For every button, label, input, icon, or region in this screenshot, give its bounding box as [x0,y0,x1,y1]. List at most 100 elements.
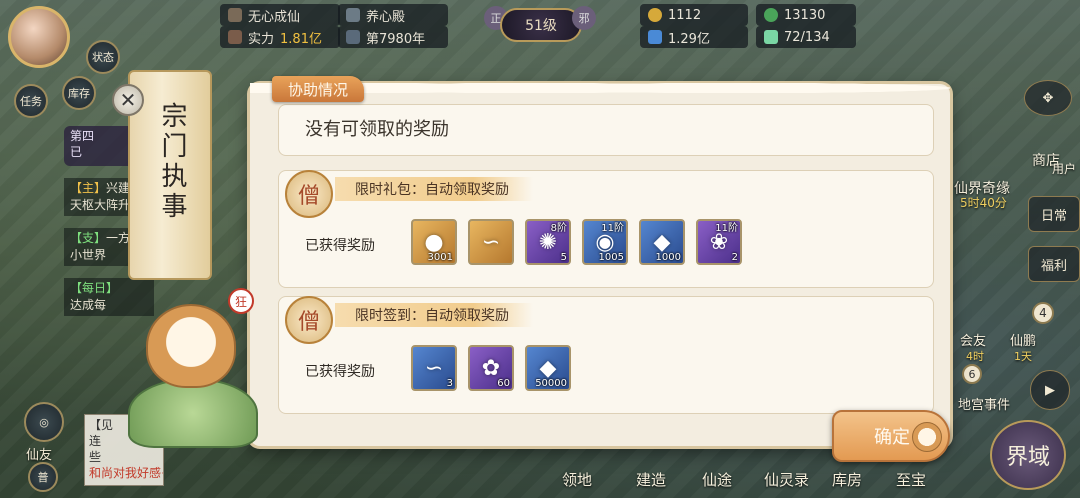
monk-emblem-icon: 僧 [285,170,333,218]
dialog-title-tab: 协助情况 [272,76,364,102]
orb-icon[interactable]: ● 3001 [411,219,457,265]
resource-jade[interactable]: 72/134 [756,26,856,48]
quest-tag: 【主】 [70,181,107,195]
spirit-crystal-icon[interactable]: ◆ 50000 [525,345,571,391]
gourd-pill-icon[interactable]: ✺ 8阶 5 [525,219,571,265]
chat-line: 和尚对我好感+1阵 [89,466,163,480]
scroll-title: 宗门执事 [157,102,187,222]
sect-name-bar: 养心殿 [338,4,448,26]
palace-event-label[interactable]: 地宫事件 [958,394,1010,413]
meet-friends-label[interactable]: 会友 [960,330,986,349]
section-title: 限时签到：自动领取奖励 [335,303,533,327]
gift-pack-section: 僧 限时礼包：自动领取奖励 已获得奖励 ● 3001 ∽ ✺ 8阶 5 ◉ 11阶 100… [278,170,934,288]
quest-tag: 【每日】 [70,281,119,295]
gourd-icon [648,8,662,22]
resource-value: 1112 [668,7,702,23]
no-reward-message: 没有可领取的奖励 [305,119,449,140]
resource-value: 72/134 [784,29,830,45]
task-button[interactable]: 任务 [14,84,48,118]
resource-gourd[interactable]: 1112 [640,4,748,26]
fist-icon [228,30,242,44]
power-label: 实力 [248,31,275,47]
power-value: 1.81亿 [280,31,322,47]
flower-icon[interactable]: ✿ 60 [468,345,514,391]
nav-treasure[interactable]: 至宝 [896,469,926,490]
item-tier: 8阶 [550,223,567,234]
item-count: 50000 [535,378,567,389]
monk-emblem-icon: 僧 [285,296,333,344]
nav-territory[interactable]: 领地 [562,469,592,490]
player-name-bar: 无心成仙 [220,4,340,26]
frog-icon [764,8,778,22]
item-tier: 11阶 [601,223,624,234]
compass-icon[interactable]: ✥ [1024,80,1072,116]
evil-mark: 邪 [572,6,596,30]
resource-spirit-stone[interactable]: 1.29亿 [640,26,748,48]
badge-count: 4 [1032,302,1054,324]
calendar-icon [346,30,360,44]
item-count: 60 [497,378,510,389]
year-value: 第7980年 [366,31,426,47]
lotus-icon[interactable]: ❀ 11阶 2 [696,219,742,265]
status-button[interactable]: 状态 [86,40,120,74]
pavilion-icon [346,8,360,22]
welfare-button[interactable]: 福利 [1028,246,1080,282]
quest-tag: 【支】 [70,231,107,245]
spirit-crystal-icon[interactable]: ◆ 1000 [639,219,685,265]
quest-title: 一方 [106,231,131,245]
nav-path[interactable]: 仙途 [702,469,732,490]
cloud-scroll-icon[interactable]: ∽ [468,219,514,265]
item-count: 3001 [427,252,453,263]
rewards-label: 已获得奖励 [305,238,375,254]
mascot-robe [128,378,258,448]
chat-channel-button[interactable]: 普 [28,462,58,492]
friend-label[interactable]: 仙友 [26,444,52,463]
item-count: 3 [446,378,453,389]
confirm-button[interactable]: 确定 [832,410,950,462]
resource-value: 1.29亿 [668,31,710,47]
confirm-label: 确定 [874,427,910,448]
player-name: 无心成仙 [248,9,301,25]
daily-button[interactable]: 日常 [1028,196,1080,232]
sect-name: 养心殿 [366,9,406,25]
checkin-section: 僧 限时签到：自动领取奖励 已获得奖励 ∽ 3 ✿ 60 ◆ 50000 [278,296,934,414]
person-icon [228,8,242,22]
nav-warehouse[interactable]: 库房 [832,469,862,490]
reward-list: ∽ 3 ✿ 60 ◆ 50000 [411,345,571,391]
palace-count: 6 [962,364,982,384]
player-avatar[interactable] [8,6,70,68]
storage-button[interactable]: 库存 [62,76,96,110]
year-bar: 第7980年 [338,26,448,48]
resource-frog[interactable]: 13130 [756,4,856,26]
item-count: 1000 [655,252,681,263]
nav-build[interactable]: 建造 [636,469,666,490]
mascot-face [146,304,236,388]
immortal-label[interactable]: 仙鹏 [1010,330,1036,349]
fairy-event-timer: 5时40分 [960,196,1007,210]
item-count: 2 [731,252,738,263]
crystal-orb-icon[interactable]: ◉ 11阶 1005 [582,219,628,265]
cloud-scroll-icon[interactable]: ∽ 3 [411,345,457,391]
reward-list: ● 3001 ∽ ✺ 8阶 5 ◉ 11阶 1005 ◆ 1000 ❀ 11阶 2 [411,219,742,265]
jade-icon [764,30,778,44]
rewards-label: 已获得奖励 [305,364,375,380]
mascot-badge: 狂 [228,288,254,314]
level-badge: 51级 [500,8,582,42]
power-bar: 实力 1.81亿 [220,26,340,48]
section-header: 僧 限时签到：自动领取奖励 [285,296,533,344]
pet-icon [912,422,942,452]
play-icon[interactable]: ▶ [1030,370,1070,410]
user-button[interactable]: 用户 [1052,160,1076,177]
realm-button[interactable]: 界域 [990,420,1066,490]
spirit-stone-icon [648,30,662,44]
close-icon[interactable]: ✕ [112,84,144,116]
dog-mascot: 狂 [118,282,268,452]
swirl-icon[interactable]: ◎ [24,402,64,442]
item-count: 5 [560,252,567,263]
no-reward-card: 没有可领取的奖励 [278,104,934,156]
resource-value: 13130 [784,7,826,23]
item-tier: 11阶 [715,223,738,234]
nav-spirit-record[interactable]: 仙灵录 [764,469,809,490]
immortal-time: 1天 [1014,350,1032,363]
section-title: 限时礼包：自动领取奖励 [335,177,533,201]
